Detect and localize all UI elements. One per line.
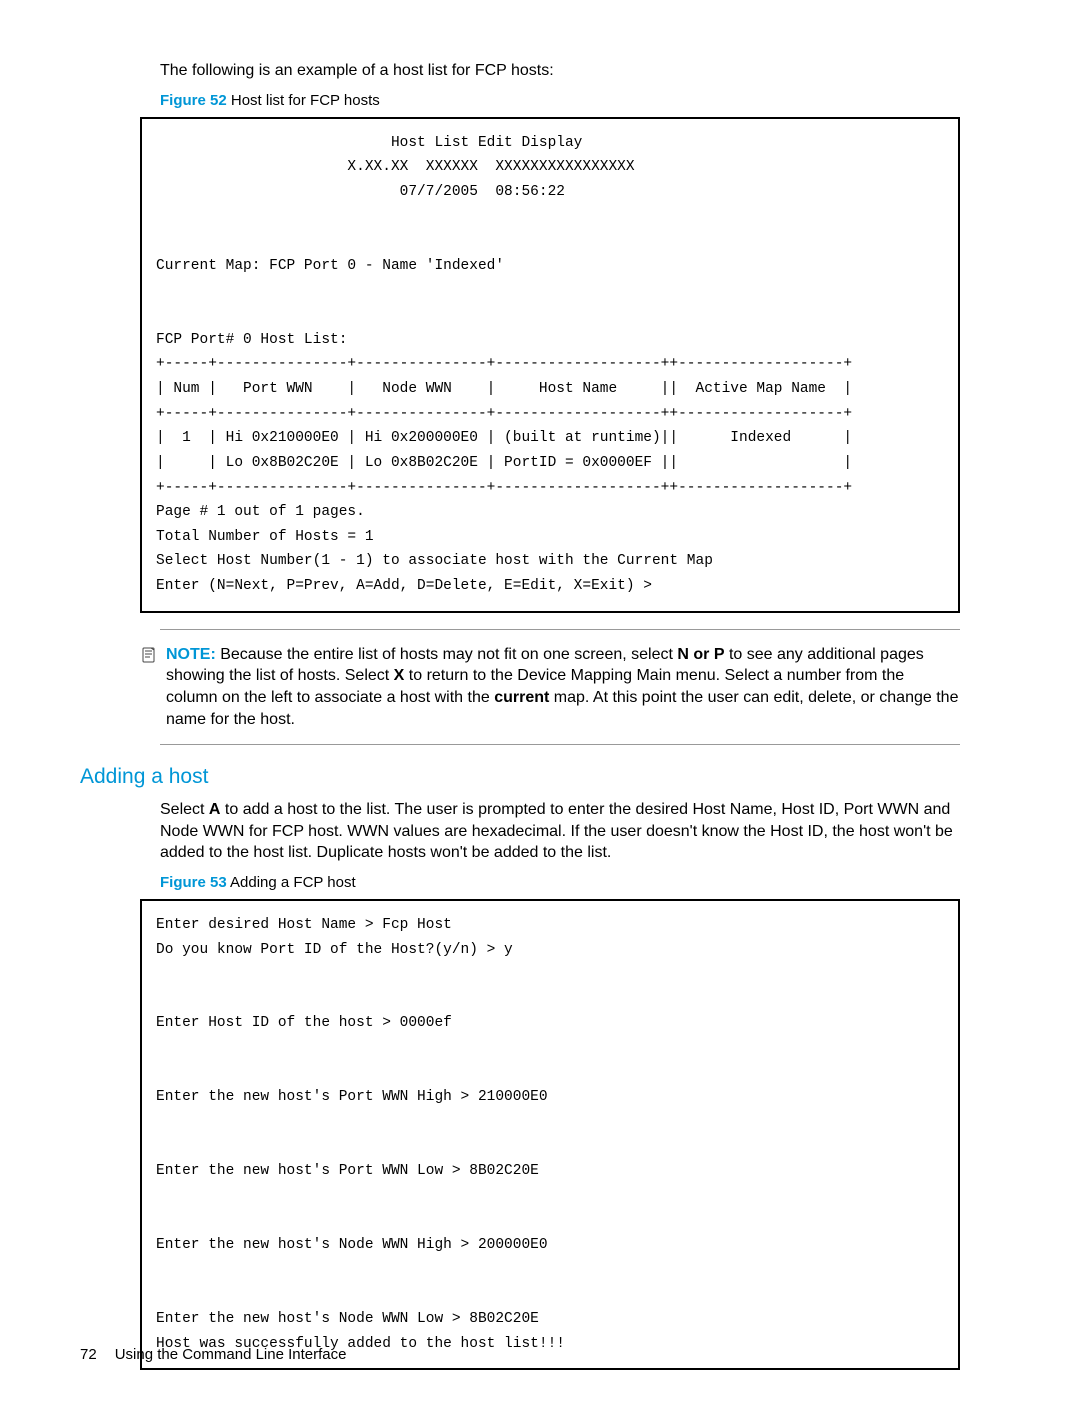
figure-52-caption: Host list for FCP hosts bbox=[227, 92, 380, 109]
heading-adding-a-host: Adding a host bbox=[80, 765, 960, 789]
divider-bottom bbox=[160, 744, 960, 745]
figure-52-label: Figure 52 Host list for FCP hosts bbox=[160, 92, 960, 109]
adding-host-text: Select A to add a host to the list. The … bbox=[160, 799, 960, 864]
adding-bold-a: A bbox=[209, 801, 221, 818]
figure-53-number: Figure 53 bbox=[160, 874, 227, 891]
note-label: NOTE: bbox=[166, 646, 216, 663]
figure-52-number: Figure 52 bbox=[160, 92, 227, 109]
note-bold-current: current bbox=[494, 689, 549, 706]
note-block: NOTE: Because the entire list of hosts m… bbox=[140, 644, 960, 730]
figure-53-caption: Adding a FCP host bbox=[227, 874, 356, 891]
code-block-host-list: Host List Edit Display X.XX.XX XXXXXX XX… bbox=[140, 117, 960, 613]
note-bold-x: X bbox=[394, 667, 405, 684]
note-icon bbox=[140, 646, 158, 730]
note-bold-n-or-p: N or P bbox=[677, 646, 724, 663]
adding-text-pre: Select bbox=[160, 801, 209, 818]
code-block-adding-host: Enter desired Host Name > Fcp Host Do yo… bbox=[140, 899, 960, 1371]
adding-text-post: to add a host to the list. The user is p… bbox=[160, 801, 953, 861]
footer-chapter-title: Using the Command Line Interface bbox=[115, 1346, 347, 1363]
divider-top bbox=[160, 629, 960, 630]
page-footer: 72 Using the Command Line Interface bbox=[80, 1346, 346, 1363]
figure-53-label: Figure 53 Adding a FCP host bbox=[160, 874, 960, 891]
intro-text: The following is an example of a host li… bbox=[160, 60, 960, 82]
note-text-1: Because the entire list of hosts may not… bbox=[220, 646, 677, 663]
page-number: 72 bbox=[80, 1346, 97, 1363]
